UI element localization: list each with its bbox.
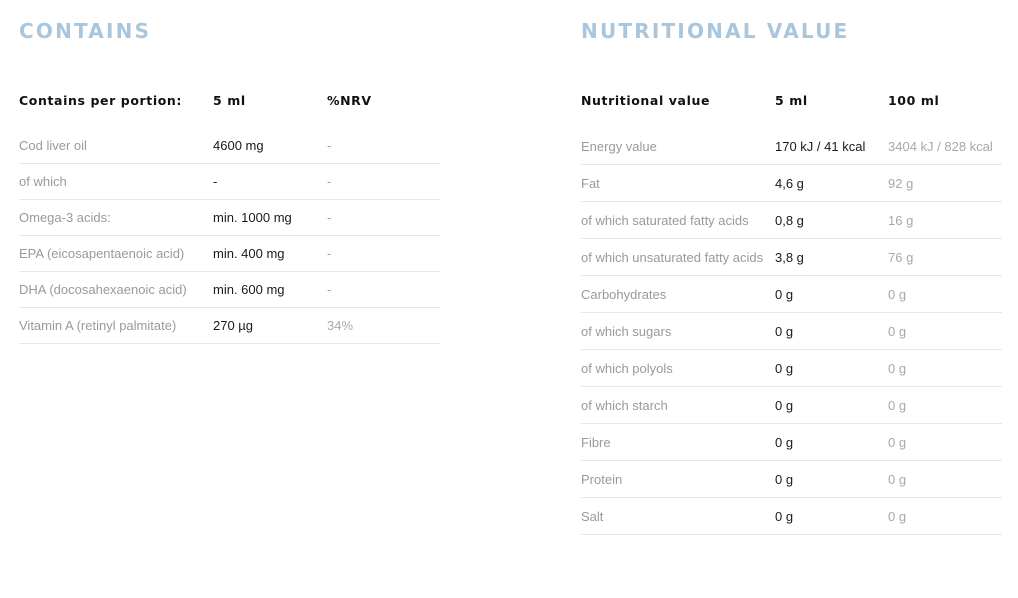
per-100ml-value: 0 g (888, 423, 1002, 461)
header-nutrient: Nutritional value (581, 93, 711, 108)
per-5ml-value: 0 g (775, 349, 888, 387)
table-row: Cod liver oil 4600 mg - (19, 128, 440, 164)
portion-value: 270 µg (213, 307, 327, 344)
ingredient-name: Vitamin A (retinyl palmitate) (19, 307, 213, 344)
nutrition-table: Nutritional value 5 ml 100 ml Energy val… (581, 84, 1002, 535)
per-5ml-value: 4,6 g (775, 164, 888, 202)
table-row: of which saturated fatty acids 0,8 g 16 g (581, 201, 1002, 239)
per-100ml-value: 16 g (888, 201, 1002, 239)
header-portion: 5 ml (213, 93, 246, 108)
ingredient-name: Cod liver oil (19, 128, 213, 164)
per-100ml-value: 76 g (888, 238, 1002, 276)
contains-header-row: Contains per portion: 5 ml %NRV (19, 84, 440, 128)
nutrient-name: of which saturated fatty acids (581, 201, 775, 239)
nutrient-name: of which polyols (581, 349, 775, 387)
per-5ml-value: 0 g (775, 386, 888, 424)
per-5ml-value: 170 kJ / 41 kcal (775, 128, 888, 165)
table-row: Vitamin A (retinyl palmitate) 270 µg 34% (19, 307, 440, 344)
table-row: DHA (docosahexaenoic acid) min. 600 mg - (19, 271, 440, 308)
nutrient-name: of which unsaturated fatty acids (581, 238, 775, 276)
header-per-5ml: 5 ml (775, 93, 808, 108)
contains-title: CONTAINS (19, 19, 152, 43)
table-row: of which sugars 0 g0 g (581, 312, 1002, 350)
per-5ml-value: 0,8 g (775, 201, 888, 239)
table-row: of which starch 0 g0 g (581, 386, 1002, 424)
nutrient-name: Carbohydrates (581, 275, 775, 313)
portion-value: min. 1000 mg (213, 199, 327, 236)
nutrient-name: Fibre (581, 423, 775, 461)
nutrient-name: of which sugars (581, 312, 775, 350)
nrv-value: - (327, 128, 440, 164)
ingredient-name: Omega-3 acids: (19, 199, 213, 236)
table-row: Carbohydrates 0 g0 g (581, 275, 1002, 313)
table-row: Omega-3 acids: min. 1000 mg - (19, 199, 440, 236)
per-100ml-value: 0 g (888, 312, 1002, 350)
per-100ml-value: 0 g (888, 497, 1002, 535)
nutrient-name: Fat (581, 164, 775, 202)
portion-value: min. 400 mg (213, 235, 327, 272)
nrv-value: - (327, 199, 440, 236)
per-100ml-value: 0 g (888, 460, 1002, 498)
table-row: EPA (eicosapentaenoic acid) min. 400 mg - (19, 235, 440, 272)
per-5ml-value: 0 g (775, 275, 888, 313)
table-row: of which - - (19, 163, 440, 200)
per-5ml-value: 0 g (775, 423, 888, 461)
per-5ml-value: 0 g (775, 497, 888, 535)
nrv-value: - (327, 163, 440, 200)
header-per-100ml: 100 ml (888, 93, 940, 108)
per-5ml-value: 0 g (775, 312, 888, 350)
nrv-value: 34% (327, 307, 440, 344)
nutrient-name: of which starch (581, 386, 775, 424)
table-row: of which polyols 0 g0 g (581, 349, 1002, 387)
table-row: Salt 0 g0 g (581, 497, 1002, 535)
per-5ml-value: 3,8 g (775, 238, 888, 276)
nrv-value: - (327, 235, 440, 272)
ingredient-name: DHA (docosahexaenoic acid) (19, 271, 213, 308)
table-row: of which unsaturated fatty acids 3,8 g 76 … (581, 238, 1002, 276)
table-row: Protein 0 g0 g (581, 460, 1002, 498)
nutrient-name: Salt (581, 497, 775, 535)
ingredient-name: EPA (eicosapentaenoic acid) (19, 235, 213, 272)
per-100ml-value: 3404 kJ / 828 kcal (888, 128, 1002, 165)
ingredient-name: of which (19, 163, 213, 200)
nutrition-title: NUTRITIONAL VALUE (581, 19, 850, 43)
per-5ml-value: 0 g (775, 460, 888, 498)
per-100ml-value: 0 g (888, 386, 1002, 424)
per-100ml-value: 0 g (888, 275, 1002, 313)
portion-value: - (213, 163, 327, 200)
nutrient-name: Protein (581, 460, 775, 498)
table-row: Fat 4,6 g 92 g (581, 164, 1002, 202)
table-row: Energy value 170 kJ / 41 kcal 3404 kJ / 82… (581, 128, 1002, 165)
nrv-value: - (327, 271, 440, 308)
portion-value: min. 600 mg (213, 271, 327, 308)
nutrient-name: Energy value (581, 128, 775, 165)
per-100ml-value: 92 g (888, 164, 1002, 202)
per-100ml-value: 0 g (888, 349, 1002, 387)
portion-value: 4600 mg (213, 128, 327, 164)
table-row: Fibre 0 g0 g (581, 423, 1002, 461)
header-ingredient: Contains per portion: (19, 93, 183, 108)
nutrition-header-row: Nutritional value 5 ml 100 ml (581, 84, 1002, 128)
contains-table: Contains per portion: 5 ml %NRV Cod live… (19, 84, 440, 344)
header-nrv: %NRV (327, 93, 372, 108)
